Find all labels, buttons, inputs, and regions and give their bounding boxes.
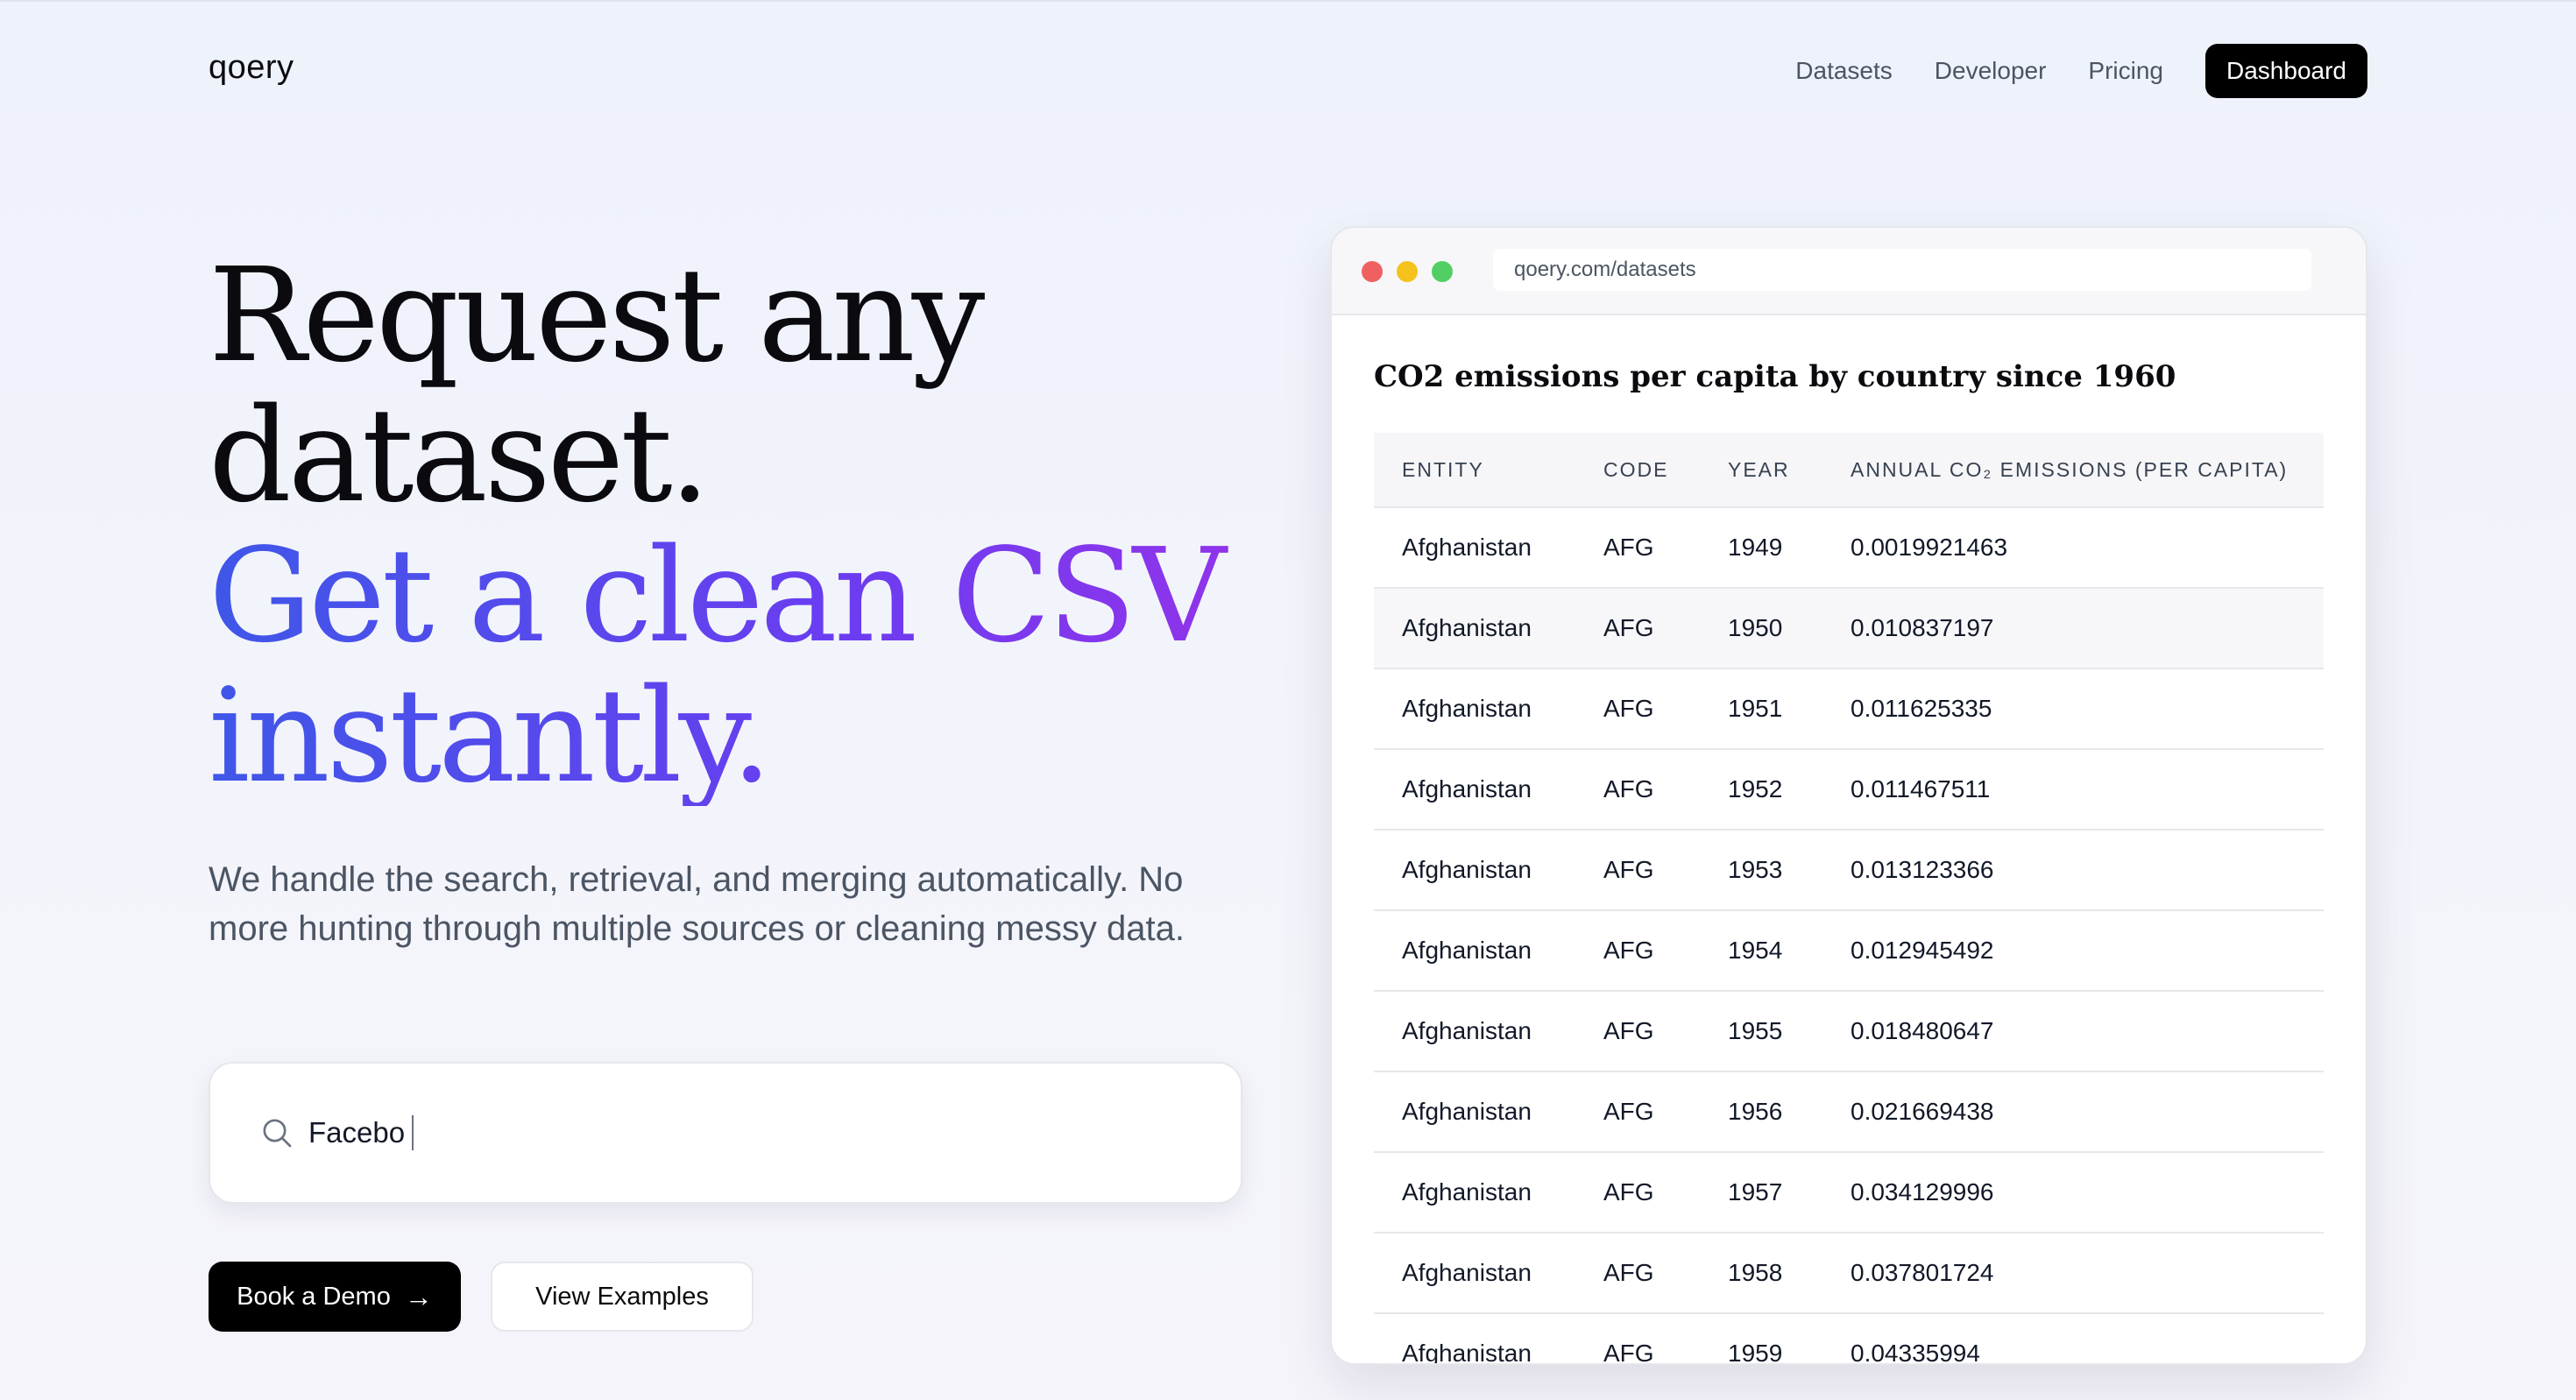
main-nav: Datasets Developer Pricing Dashboard	[1795, 44, 2367, 98]
cell-emissions: 0.037801724	[1850, 1232, 2324, 1313]
book-demo-label: Book a Demo	[237, 1282, 391, 1311]
cell-code: AFG	[1603, 1312, 1727, 1363]
hero-line-1: Request any	[209, 240, 985, 391]
search-input[interactable]: Facebo	[209, 1062, 1242, 1204]
dataset-table: ENTITY CODE YEAR ANNUAL CO₂ EMISSIONS (P…	[1374, 433, 2324, 1363]
cell-year: 1949	[1727, 506, 1850, 588]
cell-year: 1950	[1727, 587, 1850, 668]
cell-emissions: 0.011625335	[1850, 668, 2324, 749]
table-row: Afghanistan AFG 1956 0.021669438	[1374, 1071, 2324, 1152]
cell-entity: Afghanistan	[1374, 748, 1603, 830]
nav-datasets[interactable]: Datasets	[1795, 57, 1893, 85]
cell-entity: Afghanistan	[1374, 1071, 1603, 1152]
window-close-dot	[1362, 261, 1383, 282]
nav-pricing[interactable]: Pricing	[2088, 57, 2163, 85]
column-header-emissions: ANNUAL CO₂ EMISSIONS (PER CAPITA)	[1850, 433, 2324, 507]
cell-code: AFG	[1603, 1232, 1727, 1313]
cell-year: 1957	[1727, 1151, 1850, 1233]
cell-emissions: 0.012945492	[1850, 909, 2324, 991]
table-row: Afghanistan AFG 1958 0.037801724	[1374, 1232, 2324, 1313]
cell-year: 1954	[1727, 909, 1850, 991]
table-row: Afghanistan AFG 1951 0.011625335	[1374, 668, 2324, 749]
cell-year: 1951	[1727, 668, 1850, 749]
hero-headline: Request any dataset. Get a clean CSV ins…	[209, 245, 1260, 806]
column-header-year: YEAR	[1727, 433, 1850, 507]
view-examples-label: View Examples	[535, 1282, 709, 1311]
browser-preview: qoery.com/datasets CO2 emissions per cap…	[1330, 226, 2367, 1365]
nav-developer[interactable]: Developer	[1935, 57, 2047, 85]
cell-emissions: 0.010837197	[1850, 587, 2324, 668]
cell-entity: Afghanistan	[1374, 1151, 1603, 1233]
cell-code: AFG	[1603, 990, 1727, 1071]
cell-entity: Afghanistan	[1374, 990, 1603, 1071]
table-row: Afghanistan AFG 1950 0.010837197	[1374, 587, 2324, 668]
column-header-entity: ENTITY	[1374, 433, 1603, 507]
hero-subtitle: We handle the search, retrieval, and mer…	[209, 860, 1185, 948]
cell-emissions: 0.011467511	[1850, 748, 2324, 830]
table-row: Afghanistan AFG 1952 0.011467511	[1374, 748, 2324, 830]
table-header-row: ENTITY CODE YEAR ANNUAL CO₂ EMISSIONS (P…	[1374, 433, 2324, 507]
top-border	[0, 0, 2576, 2]
hero-line-4: instantly.	[209, 666, 1260, 806]
cell-code: AFG	[1603, 587, 1727, 668]
search-icon	[263, 1119, 292, 1148]
cell-code: AFG	[1603, 1071, 1727, 1152]
cell-code: AFG	[1603, 506, 1727, 588]
cell-emissions: 0.034129996	[1850, 1151, 2324, 1233]
cell-emissions: 0.013123366	[1850, 829, 2324, 910]
logo[interactable]: qoery	[209, 49, 294, 87]
cell-code: AFG	[1603, 668, 1727, 749]
cell-code: AFG	[1603, 829, 1727, 910]
browser-toolbar: qoery.com/datasets	[1332, 228, 2366, 315]
cell-year: 1952	[1727, 748, 1850, 830]
hero-line-3: Get a clean CSV	[209, 526, 1260, 666]
cell-year: 1959	[1727, 1312, 1850, 1363]
cell-code: AFG	[1603, 748, 1727, 830]
table-row: Afghanistan AFG 1953 0.013123366	[1374, 829, 2324, 910]
cell-emissions: 0.018480647	[1850, 990, 2324, 1071]
hero-line-2: dataset.	[209, 380, 711, 531]
window-maximize-dot	[1432, 261, 1453, 282]
cell-entity: Afghanistan	[1374, 1312, 1603, 1363]
cell-code: AFG	[1603, 909, 1727, 991]
cell-emissions: 0.021669438	[1850, 1071, 2324, 1152]
dashboard-button[interactable]: Dashboard	[2205, 44, 2367, 98]
table-row: Afghanistan AFG 1959 0.04335994	[1374, 1312, 2324, 1363]
table-row: Afghanistan AFG 1949 0.0019921463	[1374, 506, 2324, 588]
cell-year: 1955	[1727, 990, 1850, 1071]
cell-year: 1956	[1727, 1071, 1850, 1152]
cell-year: 1958	[1727, 1232, 1850, 1313]
table-row: Afghanistan AFG 1957 0.034129996	[1374, 1151, 2324, 1233]
cell-emissions: 0.0019921463	[1850, 506, 2324, 588]
column-header-code: CODE	[1603, 433, 1727, 507]
address-bar: qoery.com/datasets	[1493, 249, 2311, 291]
cell-year: 1953	[1727, 829, 1850, 910]
cell-code: AFG	[1603, 1151, 1727, 1233]
cell-entity: Afghanistan	[1374, 829, 1603, 910]
cell-emissions: 0.04335994	[1850, 1312, 2324, 1363]
cell-entity: Afghanistan	[1374, 909, 1603, 991]
cell-entity: Afghanistan	[1374, 1232, 1603, 1313]
dataset-title: CO2 emissions per capita by country sinc…	[1374, 359, 2176, 394]
cell-entity: Afghanistan	[1374, 668, 1603, 749]
cell-entity: Afghanistan	[1374, 587, 1603, 668]
table-row: Afghanistan AFG 1955 0.018480647	[1374, 990, 2324, 1071]
window-minimize-dot	[1397, 261, 1418, 282]
cell-entity: Afghanistan	[1374, 506, 1603, 588]
table-row: Afghanistan AFG 1954 0.012945492	[1374, 909, 2324, 991]
text-caret	[412, 1115, 414, 1150]
arrow-right-icon: →	[404, 1280, 433, 1312]
search-value: Facebo	[308, 1116, 406, 1149]
book-demo-button[interactable]: Book a Demo →	[209, 1262, 461, 1332]
view-examples-button[interactable]: View Examples	[491, 1262, 754, 1332]
